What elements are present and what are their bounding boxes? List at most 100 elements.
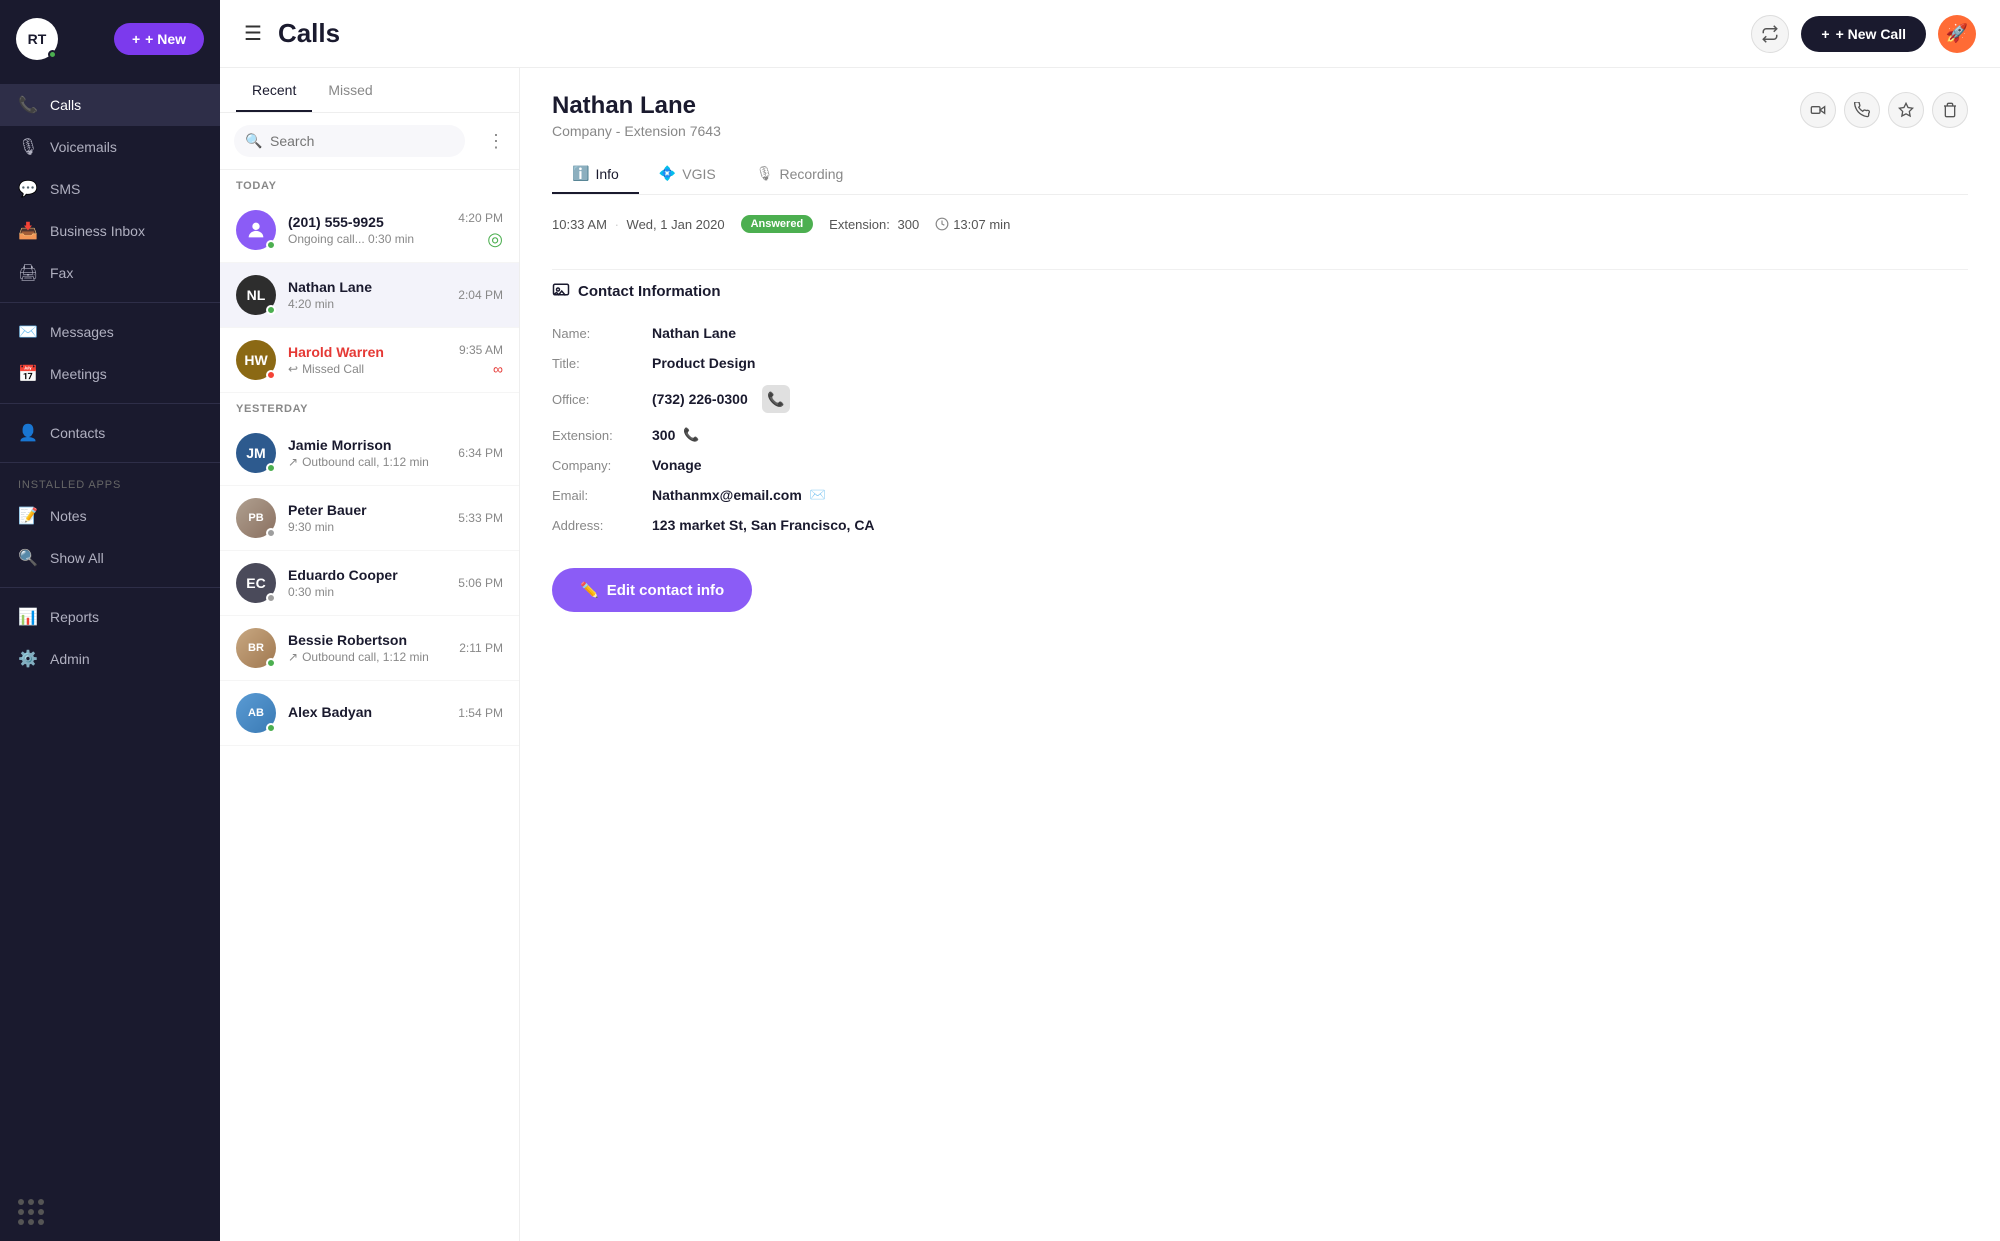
- tab-missed[interactable]: Missed: [312, 68, 388, 112]
- fax-icon: 🖨: [18, 263, 38, 283]
- show-all-icon: 🔍: [18, 548, 38, 568]
- extension-info: Extension: 300: [829, 217, 919, 232]
- call-name: Nathan Lane: [288, 279, 446, 295]
- label-address: Address:: [552, 518, 652, 533]
- label-office: Office:: [552, 392, 652, 407]
- sidebar-item-reports[interactable]: 📊 Reports: [0, 596, 220, 638]
- call-avatar: JM: [236, 433, 276, 473]
- search-input[interactable]: [234, 125, 465, 157]
- video-call-btn[interactable]: [1800, 92, 1836, 128]
- tab-recent[interactable]: Recent: [236, 68, 312, 112]
- apps-grid[interactable]: [18, 1199, 202, 1225]
- call-time-right: 1:54 PM: [458, 706, 503, 720]
- sidebar-item-voicemails[interactable]: 🎙 Voicemails: [0, 126, 220, 168]
- new-button[interactable]: + + New: [114, 23, 204, 55]
- search-bar: 🔍 ⋮: [220, 113, 519, 170]
- delete-btn[interactable]: [1932, 92, 1968, 128]
- contact-row-address: Address: 123 market St, San Francisco, C…: [552, 510, 1968, 540]
- list-item[interactable]: JM Jamie Morrison ↗ Outbound call, 1:12 …: [220, 421, 519, 486]
- sidebar-item-business-inbox[interactable]: 📥 Business Inbox: [0, 210, 220, 252]
- call-time-right: 2:11 PM: [459, 641, 503, 655]
- call-sub: ↩ Missed Call: [288, 362, 447, 376]
- call-info: Jamie Morrison ↗ Outbound call, 1:12 min: [288, 437, 446, 469]
- call-info: Harold Warren ↩ Missed Call: [288, 344, 447, 376]
- sidebar-item-sms[interactable]: 💬 SMS: [0, 168, 220, 210]
- list-item[interactable]: HW Harold Warren ↩ Missed Call 9:35 AM ∞: [220, 328, 519, 393]
- tab-recording[interactable]: 🎙 Recording: [736, 155, 864, 194]
- call-office-btn[interactable]: 📞: [762, 385, 790, 413]
- label-email: Email:: [552, 488, 652, 503]
- star-btn[interactable]: [1888, 92, 1924, 128]
- sidebar-item-fax[interactable]: 🖨 Fax: [0, 252, 220, 294]
- list-item[interactable]: (201) 555-9925 Ongoing call... 0:30 min …: [220, 198, 519, 263]
- sidebar-item-notes[interactable]: 📝 Notes: [0, 495, 220, 537]
- call-time-right: 5:33 PM: [458, 511, 503, 525]
- contact-row-title: Title: Product Design: [552, 348, 1968, 378]
- voicemail-icon: 🎙: [18, 137, 38, 157]
- avatar: RT: [16, 18, 58, 60]
- call-name: Alex Badyan: [288, 704, 446, 720]
- sidebar-item-messages[interactable]: ✉️ Messages: [0, 311, 220, 353]
- sidebar-item-admin[interactable]: ⚙️ Admin: [0, 638, 220, 680]
- admin-icon: ⚙️: [18, 649, 38, 669]
- status-dot: [266, 305, 276, 315]
- value-title: Product Design: [652, 355, 755, 371]
- search-icon: 🔍: [245, 133, 262, 150]
- answered-badge: Answered: [741, 215, 814, 233]
- rocket-button[interactable]: 🚀: [1938, 15, 1976, 53]
- calls-icon: 📞: [18, 95, 38, 115]
- contact-row-email: Email: Nathanmx@email.com ✉️: [552, 480, 1968, 510]
- call-sub: ↗ Outbound call, 1:12 min: [288, 455, 446, 469]
- sidebar-item-contacts[interactable]: 👤 Contacts: [0, 412, 220, 454]
- plus-icon: +: [132, 31, 140, 47]
- list-item[interactable]: AB Alex Badyan 1:54 PM: [220, 681, 519, 746]
- detail-subtitle: Company - Extension 7643: [552, 123, 721, 139]
- call-avatar: PB: [236, 498, 276, 538]
- sidebar-item-meetings[interactable]: 📅 Meetings: [0, 353, 220, 395]
- call-sub: 0:30 min: [288, 585, 446, 599]
- new-call-button[interactable]: + + New Call: [1801, 16, 1926, 52]
- value-name: Nathan Lane: [652, 325, 736, 341]
- transfer-icon-btn[interactable]: [1751, 15, 1789, 53]
- recording-icon: 🎙: [756, 165, 774, 182]
- call-meta: 10:33 AM · Wed, 1 Jan 2020 Answered Exte…: [552, 215, 1968, 233]
- list-item[interactable]: PB Peter Bauer 9:30 min 5:33 PM: [220, 486, 519, 551]
- value-extension: 300 📞: [652, 427, 700, 443]
- contact-row-company: Company: Vonage: [552, 450, 1968, 480]
- phone-btn[interactable]: [1844, 92, 1880, 128]
- inbox-icon: 📥: [18, 221, 38, 241]
- email-icon: ✉️: [810, 487, 826, 503]
- call-name: Peter Bauer: [288, 502, 446, 518]
- online-indicator: [48, 50, 57, 59]
- call-sub: Ongoing call... 0:30 min: [288, 232, 446, 246]
- call-time-right: 4:20 PM ◎: [458, 211, 503, 250]
- edit-contact-button[interactable]: ✏️ Edit contact info: [552, 568, 752, 612]
- call-time-right: 5:06 PM: [458, 576, 503, 590]
- outbound-icon: ↗: [288, 455, 298, 469]
- call-time-right: 9:35 AM ∞: [459, 343, 503, 377]
- pencil-icon: ✏️: [580, 581, 599, 599]
- menu-icon[interactable]: ☰: [244, 21, 262, 46]
- sidebar-item-calls[interactable]: 📞 Calls: [0, 84, 220, 126]
- more-options-icon[interactable]: ⋮: [487, 131, 505, 152]
- detail-actions: [1800, 92, 1968, 128]
- list-item[interactable]: EC Eduardo Cooper 0:30 min 5:06 PM: [220, 551, 519, 616]
- detail-name: Nathan Lane: [552, 92, 721, 120]
- vgis-icon: 💠: [659, 165, 676, 182]
- call-avatar: HW: [236, 340, 276, 380]
- status-dot: [266, 723, 276, 733]
- list-item[interactable]: NL Nathan Lane 4:20 min 2:04 PM: [220, 263, 519, 328]
- list-item[interactable]: BR Bessie Robertson ↗ Outbound call, 1:1…: [220, 616, 519, 681]
- call-info: Eduardo Cooper 0:30 min: [288, 567, 446, 599]
- page-title: Calls: [278, 18, 340, 49]
- label-extension: Extension:: [552, 428, 652, 443]
- label-name: Name:: [552, 326, 652, 341]
- sidebar-item-show-all[interactable]: 🔍 Show All: [0, 537, 220, 579]
- call-avatar: NL: [236, 275, 276, 315]
- call-sub: 4:20 min: [288, 297, 446, 311]
- tab-info[interactable]: ℹ️ Info: [552, 155, 639, 194]
- tab-vgis[interactable]: 💠 VGIS: [639, 155, 736, 194]
- sidebar-nav: 📞 Calls 🎙 Voicemails 💬 SMS 📥 Business In…: [0, 78, 220, 686]
- status-dot: [266, 463, 276, 473]
- detail-header: Nathan Lane Company - Extension 7643: [552, 92, 1968, 139]
